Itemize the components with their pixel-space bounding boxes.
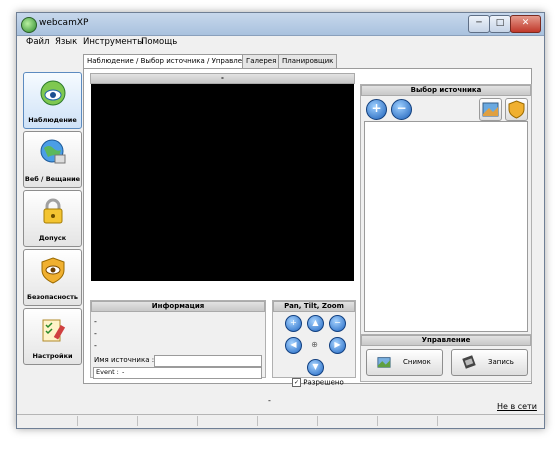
zoom-in-icon: +: [290, 318, 297, 327]
source-list[interactable]: [364, 121, 528, 332]
ptz-allowed: ✓ Разрешено: [292, 378, 344, 387]
tab-observation[interactable]: Наблюдение / Выбор источника / Управлени…: [83, 54, 260, 69]
ptz-panel: Pan, Tilt, Zoom + ▲ − ◀ ⊕ ▶ ▼: [272, 300, 356, 378]
footer-status-text: -: [268, 396, 271, 405]
nav-settings-button[interactable]: Настройки: [23, 308, 82, 365]
status-cell: [77, 416, 138, 426]
source-name-field[interactable]: [154, 355, 262, 367]
snapshot-label: Снимок: [403, 358, 431, 366]
info-line: -: [94, 341, 97, 350]
arrow-left-icon: ◀: [290, 340, 297, 349]
nav-access-button[interactable]: Допуск: [23, 190, 82, 247]
video-display[interactable]: [91, 84, 354, 281]
left-navigation: Наблюдение Веб / Вещание Допуск Безопасн…: [23, 72, 82, 368]
arrow-down-icon: ▼: [312, 362, 319, 371]
info-line: -: [94, 317, 97, 326]
source-panel: Выбор источника + −: [360, 84, 532, 336]
nav-label: Наблюдение: [28, 116, 77, 124]
nav-label: Безопасность: [26, 293, 79, 301]
maximize-button[interactable]: □: [489, 15, 511, 33]
ptz-header: Pan, Tilt, Zoom: [273, 301, 355, 312]
snapshot-icon: [377, 357, 391, 368]
film-icon: [462, 355, 476, 369]
app-window: webcamXP ─ □ ✕ Файл Язык Инструменты Пом…: [16, 12, 545, 429]
snapshot-button[interactable]: Снимок: [366, 349, 443, 376]
status-bar: [17, 414, 544, 428]
event-value: -: [122, 368, 125, 376]
menu-bar: Файл Язык Инструменты Помощь: [17, 36, 544, 50]
source-shield-button[interactable]: [505, 98, 528, 121]
nav-observation-button[interactable]: Наблюдение: [23, 72, 82, 129]
allowed-label: Разрешено: [303, 378, 344, 387]
minus-icon: −: [396, 101, 407, 115]
status-cell: [257, 416, 318, 426]
remove-source-button[interactable]: −: [391, 99, 412, 120]
menu-language[interactable]: Язык: [55, 37, 77, 47]
status-cell: [377, 416, 438, 426]
status-cell: [317, 416, 378, 426]
zoom-out-icon: −: [334, 318, 341, 327]
pan-right-button[interactable]: ▶: [329, 337, 346, 354]
add-source-button[interactable]: +: [366, 99, 387, 120]
nav-label: Веб / Вещание: [24, 175, 81, 183]
allowed-checkbox[interactable]: ✓: [292, 378, 301, 387]
video-header: -: [90, 73, 355, 84]
menu-tools[interactable]: Инструменты: [83, 37, 144, 47]
shield-icon: [508, 100, 525, 119]
tab-scheduler[interactable]: Планировщик: [278, 54, 338, 68]
menu-help[interactable]: Помощь: [141, 37, 177, 47]
picture-icon: [482, 102, 499, 117]
nav-web-broadcast-button[interactable]: Веб / Вещание: [23, 131, 82, 188]
status-cell: [17, 416, 78, 426]
source-image-button[interactable]: [479, 98, 502, 121]
zoom-out-button[interactable]: −: [329, 315, 346, 332]
nav-security-button[interactable]: Безопасность: [23, 249, 82, 306]
tilt-up-button[interactable]: ▲: [307, 315, 324, 332]
event-label: Event :: [96, 368, 119, 376]
status-cell: [137, 416, 198, 426]
info-header: Информация: [91, 301, 265, 312]
online-status-link[interactable]: Не в сети: [497, 402, 537, 411]
eye-icon: [40, 80, 66, 106]
pan-left-button[interactable]: ◀: [285, 337, 302, 354]
webcamxp-logo-icon: [21, 17, 37, 33]
control-panel: Управление Снимок Запись: [360, 334, 532, 382]
center-button[interactable]: ⊕: [307, 337, 322, 352]
menu-file[interactable]: Файл: [26, 37, 49, 47]
title-bar[interactable]: webcamXP ─ □ ✕: [17, 13, 544, 36]
padlock-icon: [43, 198, 63, 224]
globe-broadcast-icon: [40, 139, 66, 164]
zoom-in-button[interactable]: +: [285, 315, 302, 332]
nav-label: Допуск: [38, 234, 67, 242]
record-button[interactable]: Запись: [451, 349, 528, 376]
window-title: webcamXP: [39, 18, 89, 28]
settings-checklist-icon: [42, 319, 66, 342]
close-button[interactable]: ✕: [510, 15, 541, 33]
source-header: Выбор источника: [361, 85, 531, 96]
plus-icon: +: [371, 101, 382, 115]
arrow-right-icon: ▶: [334, 340, 341, 349]
event-field: Event : -: [93, 367, 262, 379]
tilt-down-button[interactable]: ▼: [307, 359, 324, 376]
source-name-label: Имя источника :: [94, 356, 155, 364]
tab-content: - Информация - - - Имя источника : Event…: [83, 68, 532, 387]
control-header: Управление: [361, 335, 531, 346]
info-line: -: [94, 329, 97, 338]
arrow-up-icon: ▲: [312, 318, 319, 327]
record-label: Запись: [488, 358, 514, 366]
minimize-button[interactable]: ─: [468, 15, 490, 33]
shield-eye-icon: [41, 257, 65, 284]
tab-gallery[interactable]: Галерея: [242, 54, 281, 68]
nav-label: Настройки: [32, 352, 73, 360]
status-cell: [197, 416, 258, 426]
info-panel: Информация - - - Имя источника : Event :…: [90, 300, 266, 379]
